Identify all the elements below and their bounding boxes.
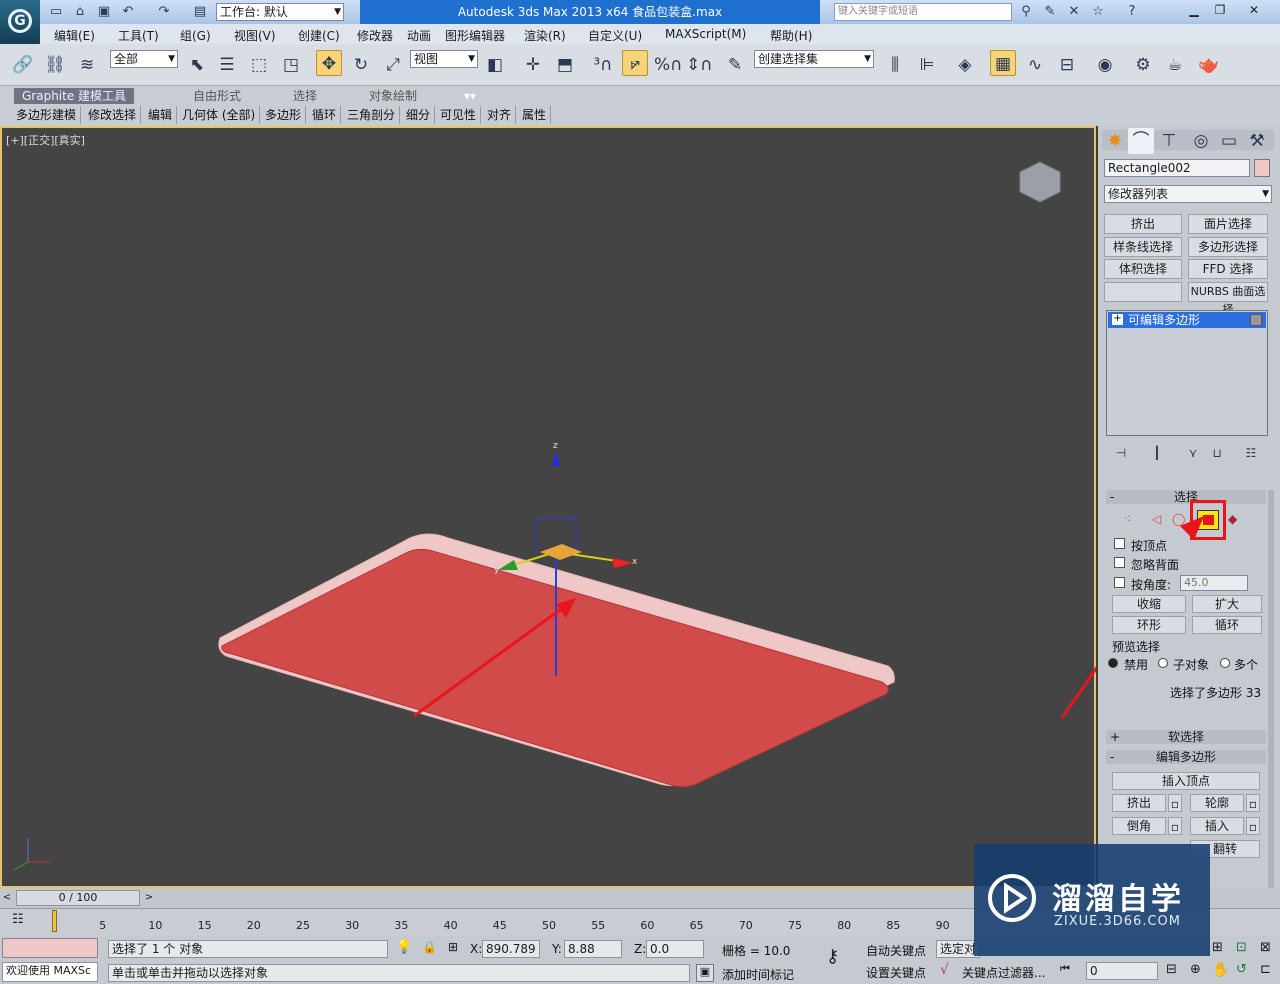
time-marker[interactable] — [52, 910, 57, 932]
timeline-tick-label: 30 — [345, 919, 360, 932]
timeline-tick-label: 50 — [542, 919, 556, 932]
timeline-tick-label: 25 — [296, 919, 310, 932]
timeline-tick-label: 70 — [738, 919, 753, 932]
x-coordinate-field[interactable]: 890.789 — [482, 940, 540, 958]
timeline-tick-label: 35 — [394, 919, 409, 932]
mini-curve-editor-icon[interactable]: ☷ — [12, 912, 32, 930]
timeline-tick-label: 90 — [935, 919, 950, 932]
timeline-tick-label: 15 — [197, 919, 212, 932]
field-of-view-icon[interactable]: ⊠ — [1260, 940, 1271, 955]
maxscript-listener-mini[interactable] — [2, 938, 98, 958]
set-key-icon[interactable]: ⚷ — [826, 946, 839, 967]
maximize-viewport-icon[interactable]: ⊏ — [1260, 962, 1271, 977]
watermark-title: 溜溜自学 — [1052, 882, 1184, 917]
time-next-icon[interactable]: > — [142, 890, 156, 906]
isolate-selection-icon[interactable]: 💡 — [396, 940, 412, 955]
z-label: Z: — [634, 942, 647, 956]
grid-size-text: 栅格 = 10.0 — [722, 944, 791, 958]
timeline-tick-label: 80 — [837, 919, 852, 932]
key-mode-icon[interactable]: √ — [940, 962, 949, 978]
watermark: 溜溜自学 ZIXUE.3D66.COM — [974, 844, 1210, 956]
x-label: X: — [470, 942, 483, 956]
y-label: Y: — [552, 942, 562, 956]
welcome-text[interactable]: 欢迎使用 MAXSc — [2, 962, 98, 982]
selection-status-text: 选择了 1 个 对象 — [108, 940, 388, 958]
timeline-tick-label: 10 — [148, 919, 163, 932]
timeline-tick-label: 45 — [492, 919, 507, 932]
current-frame-field[interactable]: 0 — [1086, 962, 1158, 980]
go-to-start-icon[interactable]: ⏮ — [1060, 962, 1070, 976]
auto-key-button[interactable]: 自动关键点 — [866, 942, 926, 959]
z-coordinate-field[interactable]: 0.0 — [646, 940, 704, 958]
absolute-mode-icon[interactable]: ⊞ — [448, 940, 458, 954]
zoom-region-icon[interactable]: ⊕ — [1190, 962, 1201, 977]
watermark-logo-icon — [988, 874, 1036, 922]
timeline-tick-label: 5 — [99, 919, 107, 932]
orbit-icon[interactable]: ↺ — [1236, 962, 1247, 977]
annotation-arrow-head-panel — [1180, 516, 1204, 540]
lock-selection-icon[interactable]: 🔒 — [422, 940, 437, 954]
timeline-tick-label: 65 — [689, 919, 704, 932]
timeline-tick-label: 55 — [591, 919, 606, 932]
y-coordinate-field[interactable]: 8.88 — [564, 940, 622, 958]
set-key-button[interactable]: 设置关键点 — [866, 964, 926, 981]
timeline-tick-label: 60 — [640, 919, 655, 932]
watermark-url: ZIXUE.3D66.COM — [1054, 914, 1181, 929]
pan-view-icon[interactable]: ✋ — [1212, 962, 1229, 978]
prompt-text: 单击或单击并拖动以选择对象 — [108, 964, 690, 982]
time-slider[interactable]: 0 / 100 — [16, 890, 140, 906]
time-config-icon[interactable]: ⊟ — [1166, 962, 1177, 977]
zoom-extents-icon[interactable]: ⊞ — [1212, 940, 1223, 955]
timeline-tick-label: 40 — [443, 919, 458, 932]
timeline-tick-label: 75 — [788, 919, 802, 932]
timeline-tick-label: 20 — [246, 919, 261, 932]
timeline-tick-label: 85 — [886, 919, 901, 932]
time-tag-icon[interactable]: ▣ — [696, 964, 714, 982]
zoom-all-icon[interactable]: ⊡ — [1236, 940, 1247, 955]
time-prev-icon[interactable]: < — [0, 890, 14, 906]
add-time-tag-label[interactable]: 添加时间标记 — [722, 966, 794, 983]
key-filters-button[interactable]: 关键点过滤器... — [962, 964, 1045, 981]
panel-arrow-overlay — [1180, 516, 1204, 540]
